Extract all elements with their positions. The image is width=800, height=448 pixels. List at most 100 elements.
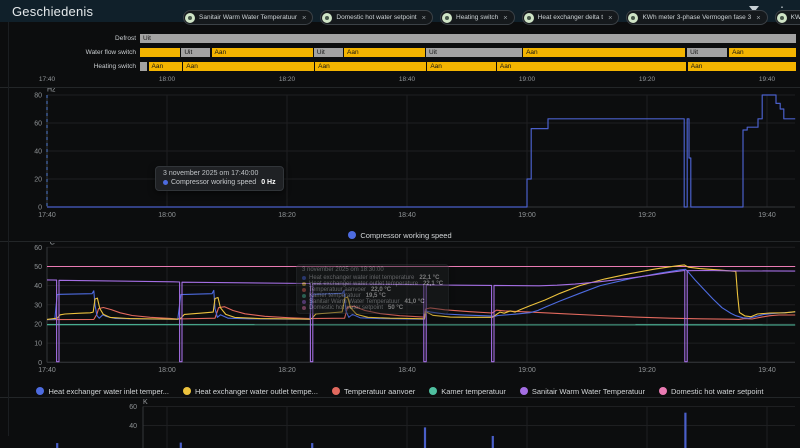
timeline-segment-uit[interactable] bbox=[140, 62, 147, 71]
legend-dot bbox=[183, 387, 191, 395]
legend-dot bbox=[332, 387, 340, 395]
entity-chip[interactable]: Heating switch× bbox=[440, 10, 515, 25]
legend-label: Domestic hot water setpoint bbox=[671, 387, 764, 396]
entity-chip[interactable]: Heat exchanger delta t× bbox=[522, 10, 620, 25]
page-title: Geschiedenis bbox=[12, 4, 93, 19]
flash-icon bbox=[628, 13, 638, 23]
axis-tick-label: 19:40 bbox=[758, 212, 776, 219]
entity-chip[interactable]: Domestic hot water setpoint× bbox=[320, 10, 433, 25]
entity-chip[interactable]: KWh meter 3-phase Vermogen fase 3 × bbox=[626, 10, 767, 25]
chip-remove-icon[interactable]: × bbox=[608, 14, 612, 21]
legend-item[interactable]: Domestic hot water setpoint bbox=[659, 387, 764, 396]
tooltip-value: 41,0 °C bbox=[404, 299, 424, 305]
timeline-segment-uit[interactable]: Uit bbox=[140, 34, 796, 43]
time-tick-label: 18:00 bbox=[153, 76, 181, 83]
timeline-segment-aan[interactable]: Aan bbox=[729, 48, 796, 57]
tooltip-series-label: Compressor working speed bbox=[171, 179, 256, 186]
time-tick-label: 19:40 bbox=[753, 76, 781, 83]
axis-tick-label: 18:40 bbox=[398, 212, 416, 219]
timeline-segment-aan[interactable]: Aan bbox=[523, 48, 685, 57]
entity-chip[interactable]: Sanitair Warm Water Temperatuur × bbox=[183, 10, 313, 25]
axis-tick-label: 18:00 bbox=[158, 212, 176, 219]
timeline-segment-uit[interactable]: Uit bbox=[426, 48, 522, 57]
legend-label: Kamer temperatuur bbox=[441, 387, 506, 396]
timeline-segment-uit[interactable]: Uit bbox=[314, 48, 343, 57]
chip-label: KWh meter 3-phase Vermogen fase 1 bbox=[791, 14, 800, 21]
legend-item[interactable]: Compressor working speed bbox=[348, 231, 451, 240]
series-dot bbox=[302, 300, 306, 304]
timeline-segment-aan[interactable] bbox=[140, 48, 180, 57]
timeline-segment-aan[interactable]: Aan bbox=[183, 62, 314, 71]
timeline-segment-aan[interactable]: Aan bbox=[497, 62, 687, 71]
chip-label: Sanitair Warm Water Temperatuur bbox=[199, 14, 297, 21]
axis-tick-label: 0 bbox=[38, 205, 42, 212]
timeline-row-label: Heating switch bbox=[0, 63, 140, 70]
axis-tick-label: 18:40 bbox=[398, 367, 416, 374]
temperature-chart-section: 6050403020100°C17:4018:0018:2018:4019:00… bbox=[0, 242, 800, 397]
timeline-track[interactable]: UitAanUitAanUitAanUitAan bbox=[140, 48, 796, 57]
legend-item[interactable]: Heat exchanger water inlet temper... bbox=[36, 387, 168, 396]
thermometer-icon bbox=[322, 13, 332, 23]
legend-item[interactable]: Heat exchanger water outlet tempe... bbox=[183, 387, 318, 396]
legend-dot bbox=[348, 231, 356, 239]
chip-remove-icon[interactable]: × bbox=[302, 14, 306, 21]
entity-chip[interactable]: KWh meter 3-phase Vermogen fase 1× bbox=[775, 10, 800, 25]
timeline-track[interactable]: Uit bbox=[140, 34, 796, 43]
axis-tick-label: 19:00 bbox=[518, 367, 536, 374]
delta-t-chart-section: 6040K bbox=[0, 398, 800, 448]
timeline-segment-aan[interactable]: Aan bbox=[212, 48, 313, 57]
timeline-segment-aan[interactable]: Aan bbox=[315, 62, 426, 71]
chip-remove-icon[interactable]: × bbox=[422, 14, 426, 21]
timeline-card: DefrostUitWater flow switchUitAanUitAanU… bbox=[0, 22, 800, 87]
timeline-segment-aan[interactable]: Aan bbox=[688, 62, 796, 71]
chip-remove-icon[interactable]: × bbox=[756, 14, 760, 21]
timeline-segment-uit[interactable]: Uit bbox=[687, 48, 727, 57]
legend-label: Sanitair Warm Water Temperatuur bbox=[532, 387, 645, 396]
entity-filter-chips: Sanitair Warm Water Temperatuur×Domestic… bbox=[183, 10, 800, 25]
axis-tick-label: 80 bbox=[34, 93, 42, 100]
series-dot bbox=[302, 306, 306, 310]
timeline-row-label: Defrost bbox=[0, 35, 140, 42]
timeline-track[interactable]: AanAanAanAanAanAan bbox=[140, 62, 796, 71]
axis-tick-label: 18:00 bbox=[158, 367, 176, 374]
delta-t-chart[interactable]: 6040K bbox=[0, 398, 800, 448]
time-tick-label: 19:20 bbox=[633, 76, 661, 83]
timeline-segment-aan[interactable]: Aan bbox=[427, 62, 495, 71]
axis-tick-label: 20 bbox=[34, 321, 42, 328]
axis-tick-label: 50 bbox=[34, 264, 42, 271]
axis-tick-label: 19:00 bbox=[518, 212, 536, 219]
series-dot bbox=[302, 294, 306, 298]
axis-tick-label: 18:20 bbox=[278, 212, 296, 219]
timeline-segment-aan[interactable]: Aan bbox=[149, 62, 182, 71]
compressor-chart[interactable]: 806040200Hz17:4018:0018:2018:4019:0019:2… bbox=[0, 88, 800, 220]
legend-item[interactable]: Sanitair Warm Water Temperatuur bbox=[520, 387, 645, 396]
time-tick-label: 19:00 bbox=[513, 76, 541, 83]
axis-tick-label: 30 bbox=[34, 302, 42, 309]
compressor-chart-section: 806040200Hz17:4018:0018:2018:4019:0019:2… bbox=[0, 88, 800, 241]
chip-label: KWh meter 3-phase Vermogen fase 3 bbox=[642, 14, 751, 21]
axis-tick-label: 40 bbox=[129, 423, 137, 430]
series-dot bbox=[302, 288, 306, 292]
axis-tick-label: 60 bbox=[34, 245, 42, 252]
temperature-legend: Heat exchanger water inlet temper... Heat… bbox=[0, 385, 800, 397]
axis-tick-label: K bbox=[143, 399, 148, 406]
legend-dot bbox=[520, 387, 528, 395]
tooltip-timestamp: 3 november 2025 om 17:40:00 bbox=[163, 170, 276, 177]
axis-tick-label: 17:40 bbox=[38, 212, 56, 219]
timeline-row-label: Water flow switch bbox=[0, 49, 140, 56]
legend-item[interactable]: Kamer temperatuur bbox=[429, 387, 506, 396]
axis-tick-label: °C bbox=[47, 242, 55, 247]
legend-dot bbox=[429, 387, 437, 395]
timeline-segment-uit[interactable]: Uit bbox=[181, 48, 210, 57]
chart-tooltip-ghost: 3 november 2025 om 18:30:00 Heat exchang… bbox=[296, 264, 449, 314]
chip-remove-icon[interactable]: × bbox=[503, 14, 507, 21]
tooltip-value: 22,1 °C bbox=[423, 281, 443, 287]
tooltip-value: 50 °C bbox=[388, 305, 403, 311]
tooltip-row: Domestic hot water setpoint50 °C bbox=[302, 305, 443, 311]
timeline-segment-aan[interactable]: Aan bbox=[344, 48, 425, 57]
flash-icon bbox=[777, 13, 787, 23]
axis-tick-label: 19:20 bbox=[638, 367, 656, 374]
axis-tick-label: Hz bbox=[47, 88, 56, 94]
toggle-icon bbox=[442, 13, 452, 23]
legend-item[interactable]: Temperatuur aanvoer bbox=[332, 387, 415, 396]
